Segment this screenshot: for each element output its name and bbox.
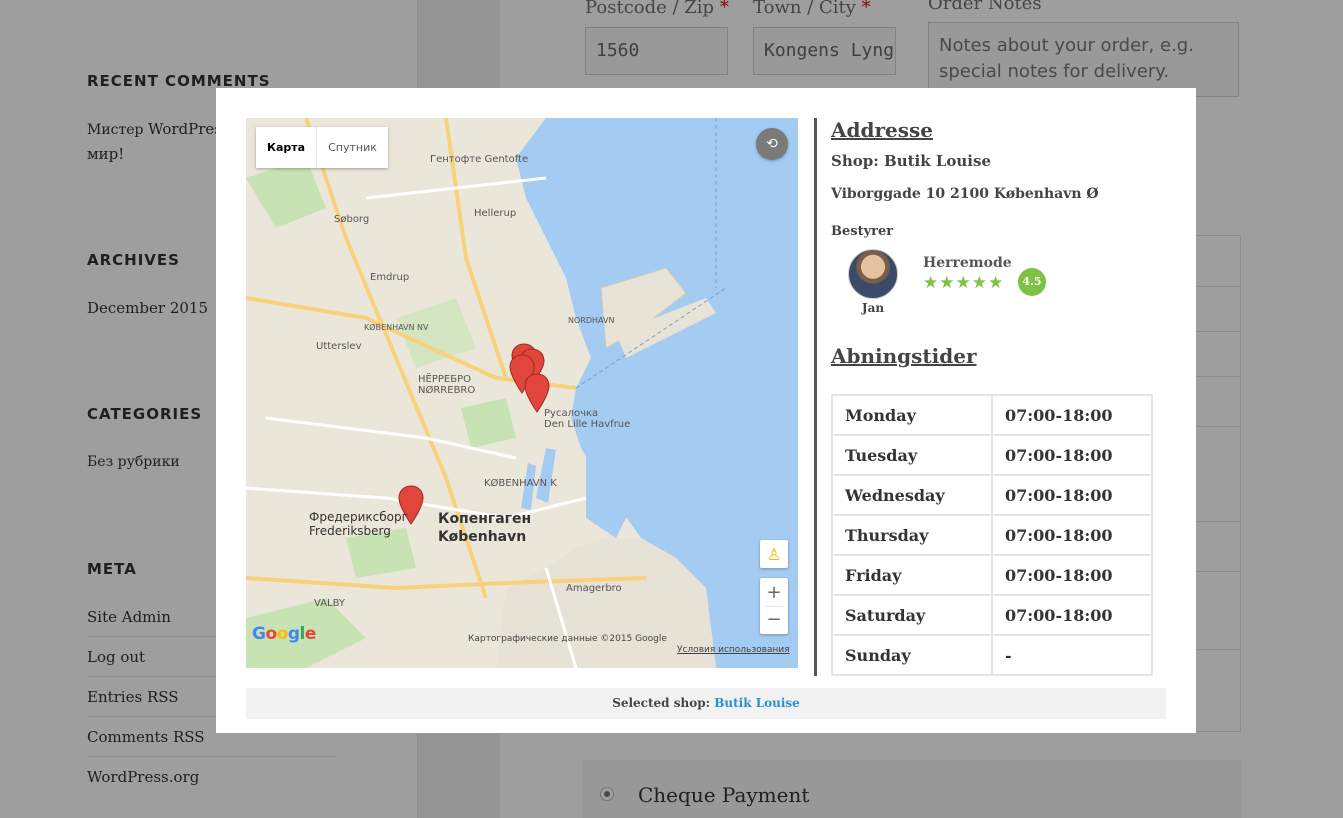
selected-shop-bar: Selected shop: Butik Louise [246,688,1166,719]
day-cell: Friday [831,554,993,596]
tab-map[interactable]: Карта [256,127,318,168]
place-kobenhavn-k: KØBENHAVN K [484,478,557,489]
avatar [848,249,898,299]
manager-card: Jan Herremode ★ ★ ★ ★ ★ 4.5 [831,239,1166,339]
manager-department: Herremode [923,255,1012,271]
shop-name-line: Shop: Butik Louise [831,152,1166,170]
map-attribution: Картографические данные ©2015 Google [468,634,667,644]
day-cell: Tuesday [831,434,993,476]
opening-hours-title: Abningstider [831,344,977,368]
day-cell: Saturday [831,594,993,636]
place-copenhagen: Копенгаген København [438,511,532,545]
selected-shop-prefix: Selected shop: [612,696,711,710]
shop-address: Viborggade 10 2100 København Ø [831,186,1099,202]
google-logo: Google [252,624,316,644]
zoom-in-button[interactable]: + [766,580,781,606]
street-view-pegman-icon[interactable]: ♙ [760,540,788,568]
hours-row: Sunday - [831,634,1153,676]
zoom-control: + − [760,578,788,634]
time-cell: 07:00-18:00 [991,514,1153,556]
shop-info-panel: Addresse Shop: Butik Louise Viborggade 1… [814,118,1166,676]
opening-hours-table: Monday 07:00-18:00 Tuesday 07:00-18:00 Wed… [831,394,1153,676]
place-gentofte: Гентофте Gentofte [430,154,529,165]
place-frederiksberg: Фредериксборг Frederiksberg [309,510,408,538]
hours-row: Friday 07:00-18:00 [831,554,1153,596]
map-type-tabs: Карта Спутник [256,127,388,168]
time-cell: 07:00-18:00 [991,474,1153,516]
place-kobenhavn-nv: KØBENHAVN NV [364,323,429,332]
star-icon: ★ [939,273,955,293]
place-hellerup: Hellerup [474,208,517,219]
time-cell: - [991,634,1153,676]
hours-row: Thursday 07:00-18:00 [831,514,1153,556]
place-nordhavn: NORDHAVN [568,316,615,325]
hours-row: Monday 07:00-18:00 [831,394,1153,436]
rating-badge: 4.5 [1018,268,1046,296]
rotate-view-icon[interactable]: ⟲ [756,128,788,160]
shop-name: Butik Louise [884,152,991,170]
rotate-glyph: ⟲ [766,136,778,152]
star-icon: ★ [955,273,971,293]
shop-map[interactable]: Гентофте Gentofte Hellerup Søborg Emdrup… [246,118,798,668]
place-norrebro: НЁРРЕБРО NØRREBRO [418,374,476,396]
tab-satellite[interactable]: Спутник [317,127,388,168]
place-valby: VALBY [314,598,346,609]
day-cell: Monday [831,394,993,436]
zoom-out-button[interactable]: − [765,605,783,633]
shop-selector-modal: Гентофте Gentofte Hellerup Søborg Emdrup… [216,88,1196,733]
manager-label: Bestyrer [831,224,894,239]
rating-stars: ★ ★ ★ ★ ★ [923,274,1003,292]
selected-shop-link[interactable]: Butik Louise [714,696,800,710]
place-soborg: Søborg [334,214,370,225]
map-canvas[interactable] [246,118,798,668]
place-rusalochka: Русалочка Den Lille Havfrue [544,408,631,430]
time-cell: 07:00-18:00 [991,594,1153,636]
time-cell: 07:00-18:00 [991,554,1153,596]
day-cell: Sunday [831,634,993,676]
star-icon: ★ [971,273,987,293]
shop-prefix: Shop: [831,152,879,170]
pegman-glyph: ♙ [766,544,782,564]
place-emdrup: Emdrup [370,272,410,283]
place-amagerbro: Amagerbro [566,583,622,594]
time-cell: 07:00-18:00 [991,434,1153,476]
hours-row: Tuesday 07:00-18:00 [831,434,1153,476]
hours-row: Wednesday 07:00-18:00 [831,474,1153,516]
hours-row: Saturday 07:00-18:00 [831,594,1153,636]
manager-name: Jan [861,301,885,315]
time-cell: 07:00-18:00 [991,394,1153,436]
star-icon: ★ [923,273,939,293]
address-title: Addresse [831,118,933,142]
star-icon: ★ [988,273,1004,293]
day-cell: Thursday [831,514,993,556]
map-terms-link[interactable]: Условия использования [677,645,790,655]
day-cell: Wednesday [831,474,993,516]
place-utterslev: Utterslev [316,341,362,352]
